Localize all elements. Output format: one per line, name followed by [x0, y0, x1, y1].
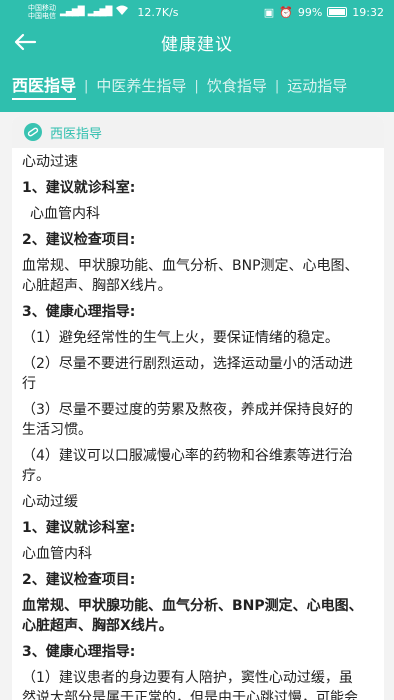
signal-icon: ▂▄▆█	[60, 7, 85, 17]
advice-card: 西医指导 心动过速 1、建议就诊科室: 心血管内科 2、建议检查项目: 血常规、…	[12, 116, 384, 700]
section-title: 心动过速	[22, 154, 78, 170]
tab-tcm-health[interactable]: 中医养生指导	[96, 75, 186, 98]
advice-heading: 2、建议检查项目:	[22, 572, 136, 588]
carrier-info: 中国移动 中国电信	[28, 4, 56, 20]
advice-text: 心血管内科	[22, 546, 92, 562]
tab-separator: |	[84, 78, 89, 94]
advice-text: 心血管内科	[30, 206, 100, 222]
carrier-1: 中国移动	[28, 4, 56, 12]
advice-text: 血常规、甲状腺功能、血气分析、BNP测定、心电图、心脏超声、胸部X线片。	[22, 258, 359, 294]
card-header: 西医指导	[12, 116, 384, 148]
vibrate-icon: ▣	[263, 5, 275, 19]
status-time: 19:32	[352, 5, 384, 19]
tab-exercise[interactable]: 运动指导	[287, 75, 347, 98]
advice-text: 血常规、甲状腺功能、血气分析、BNP测定、心电图、心脏超声、胸部X线片。	[22, 598, 363, 634]
advice-text: （1）建议患者的身边要有人陪护，窦性心动过缓，虽然说大部分是属于正常的，但是由于…	[22, 670, 358, 700]
advice-text: （4）建议可以口服减慢心率的药物和谷维素等进行治疗。	[22, 448, 353, 484]
status-bar: 中国移动 中国电信 ▂▄▆█ ▂▄▆█ 12.7K/s ▣ ⏰ 99% 19:3…	[0, 0, 394, 24]
advice-text: （3）尽量不要过度的劳累及熬夜，养成并保持良好的生活习惯。	[22, 402, 353, 438]
app-header: 中国移动 中国电信 ▂▄▆█ ▂▄▆█ 12.7K/s ▣ ⏰ 99% 19:3…	[0, 0, 394, 112]
signal-2-icon: ▂▄▆█	[87, 7, 113, 17]
wifi-icon	[115, 5, 129, 19]
battery-percent: 99%	[297, 5, 323, 19]
pill-icon	[24, 123, 42, 141]
section-title: 心动过缓	[22, 494, 78, 510]
advice-text: （1）避免经常性的生气上火，要保证情绪的稳定。	[22, 330, 339, 346]
page-title: 健康建议	[161, 34, 233, 55]
nav-bar: 健康建议	[0, 24, 394, 60]
back-button[interactable]	[10, 27, 40, 57]
advice-heading: 3、健康心理指导:	[22, 644, 136, 660]
advice-heading: 1、建议就诊科室:	[22, 520, 136, 536]
tab-bar: 西医指导 | 中医养生指导 | 饮食指导 | 运动指导	[0, 64, 394, 108]
tab-diet[interactable]: 饮食指导	[207, 75, 267, 98]
tab-western-medicine[interactable]: 西医指导	[12, 72, 77, 100]
card-title: 西医指导	[50, 126, 103, 142]
tab-separator: |	[194, 78, 199, 94]
advice-heading: 2、建议检查项目:	[22, 232, 136, 248]
advice-text: （2）尽量不要进行剧烈运动，选择运动量小的活动进行	[22, 356, 353, 392]
net-speed: 12.7K/s	[137, 5, 179, 19]
advice-heading: 3、健康心理指导:	[22, 304, 136, 320]
battery-icon	[327, 7, 348, 17]
back-arrow-icon	[14, 33, 37, 51]
advice-heading: 1、建议就诊科室:	[22, 180, 136, 196]
alarm-icon: ⏰	[279, 5, 293, 19]
tab-separator: |	[274, 78, 280, 94]
carrier-2: 中国电信	[28, 12, 56, 20]
advice-content: 心动过速 1、建议就诊科室: 心血管内科 2、建议检查项目: 血常规、甲状腺功能…	[12, 148, 384, 700]
